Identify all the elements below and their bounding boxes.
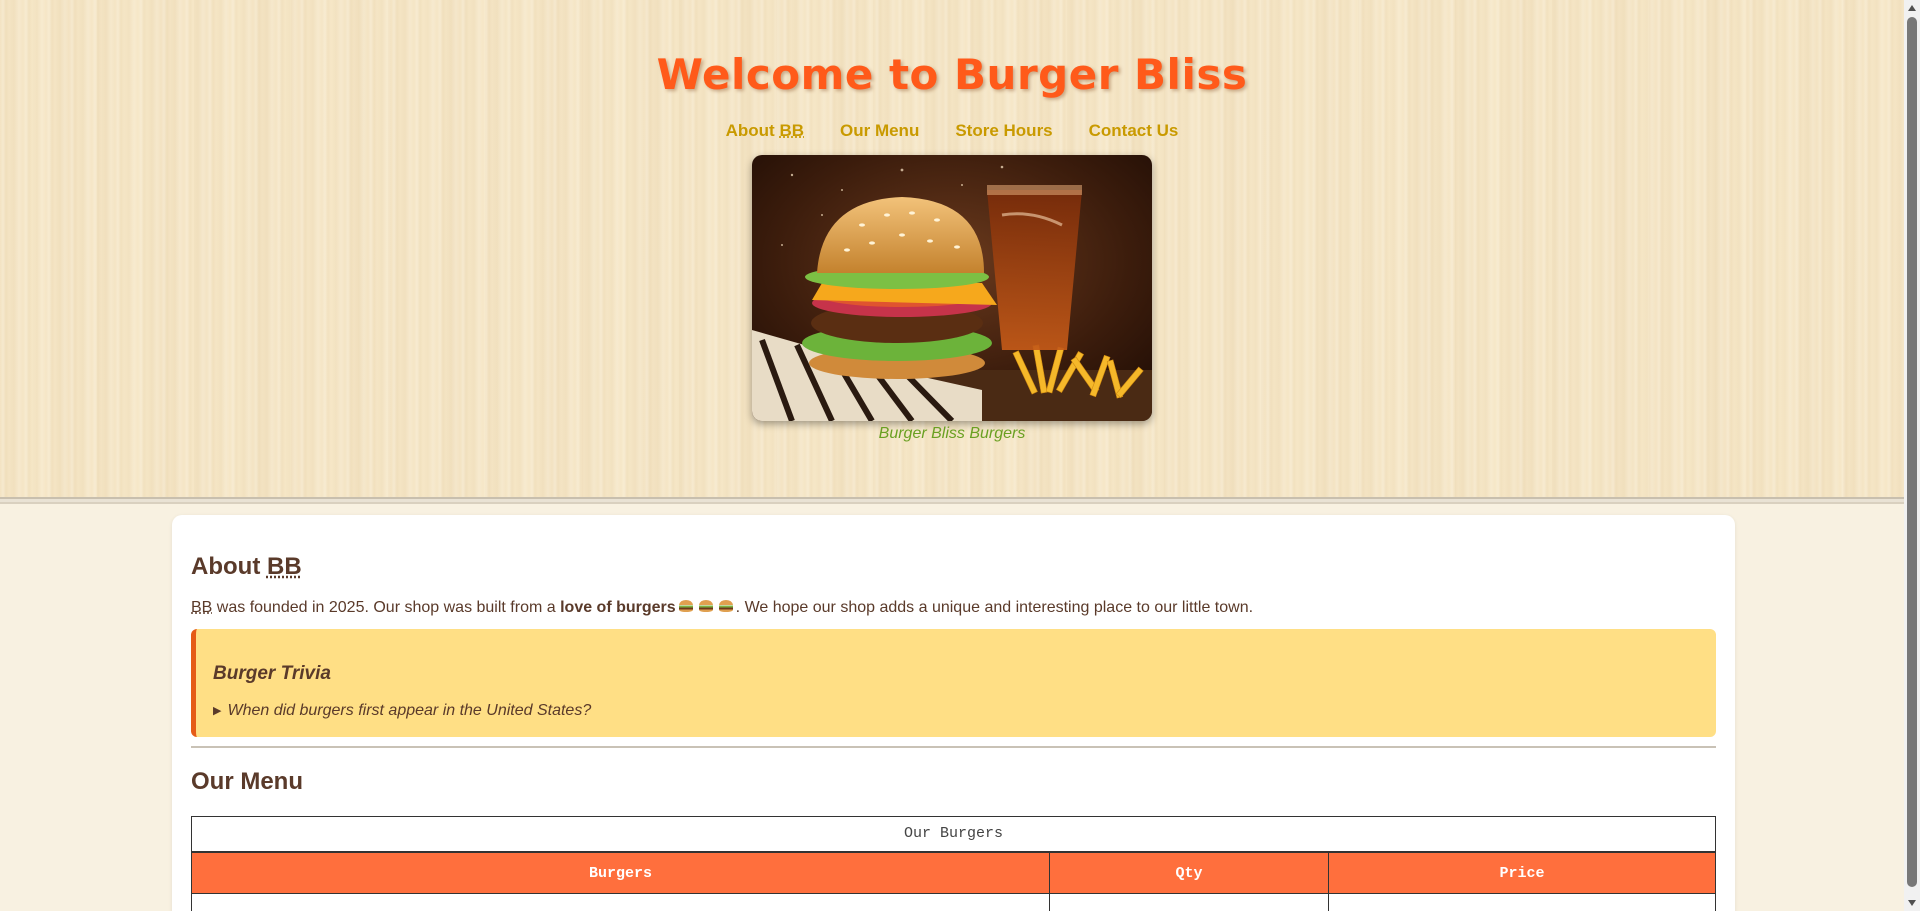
nav-link-about[interactable]: About BB [726,121,804,141]
site-header: Welcome to Burger Bliss About BB Our Men… [0,0,1904,499]
column-header-qty: Qty [1049,852,1329,894]
scrollbar-thumb[interactable] [1907,17,1917,887]
trivia-box: Burger Trivia ▶ When did burgers first ap… [191,629,1716,737]
site-title: Welcome to Burger Bliss [656,50,1248,99]
table-header-row: Burgers Qty Price [191,852,1717,894]
burger-icon [718,600,733,612]
main-nav: About BB Our Menu Store Hours Contact Us [0,121,1904,141]
table-cell [1049,893,1329,911]
table-cell [191,893,1050,911]
section-divider [191,746,1716,748]
hero-figure: Burger Bliss Burgers [752,155,1152,443]
menu-heading: Our Menu [191,768,303,795]
nav-link-hours[interactable]: Store Hours [955,121,1052,141]
burger-icon [698,600,713,612]
burger-photo [752,155,1152,421]
burger-icon [678,600,693,612]
about-heading: About BB [191,553,302,580]
bb-abbr: BB [266,553,302,580]
about-text: BB was founded in 2025. Our shop was bui… [191,599,1254,616]
menu-section: Our Menu Our Burgers Burgers Qty Price [191,768,1717,911]
trivia-question-toggle[interactable]: ▶ When did burgers first appear in the Un… [213,702,1716,720]
menu-table-caption: Our Burgers [191,816,1716,852]
table-cell [1327,893,1717,911]
about-section: About BB BB was founded in 2025. Our sho… [191,553,1716,737]
nav-link-menu[interactable]: Our Menu [840,121,919,141]
nav-link-contact[interactable]: Contact Us [1089,121,1179,141]
vertical-scrollbar[interactable] [1904,0,1920,911]
page: Welcome to Burger Bliss About BB Our Men… [0,0,1904,911]
trivia-question: When did burgers first appear in the Uni… [227,702,592,719]
column-header-price: Price [1327,852,1717,894]
scroll-up-arrow-icon[interactable] [1908,5,1916,11]
bb-abbr: BB [191,599,213,616]
trivia-heading: Burger Trivia [213,663,331,684]
hero-caption: Burger Bliss Burgers [878,425,1026,442]
bb-abbr: BB [779,121,804,140]
content-card: About BB BB was founded in 2025. Our sho… [172,515,1735,911]
menu-table: Our Burgers Burgers Qty Price [191,816,1717,911]
scroll-down-arrow-icon[interactable] [1908,900,1916,906]
disclosure-triangle-icon: ▶ [213,705,222,717]
column-header-burgers: Burgers [191,852,1050,894]
table-row [191,893,1717,911]
